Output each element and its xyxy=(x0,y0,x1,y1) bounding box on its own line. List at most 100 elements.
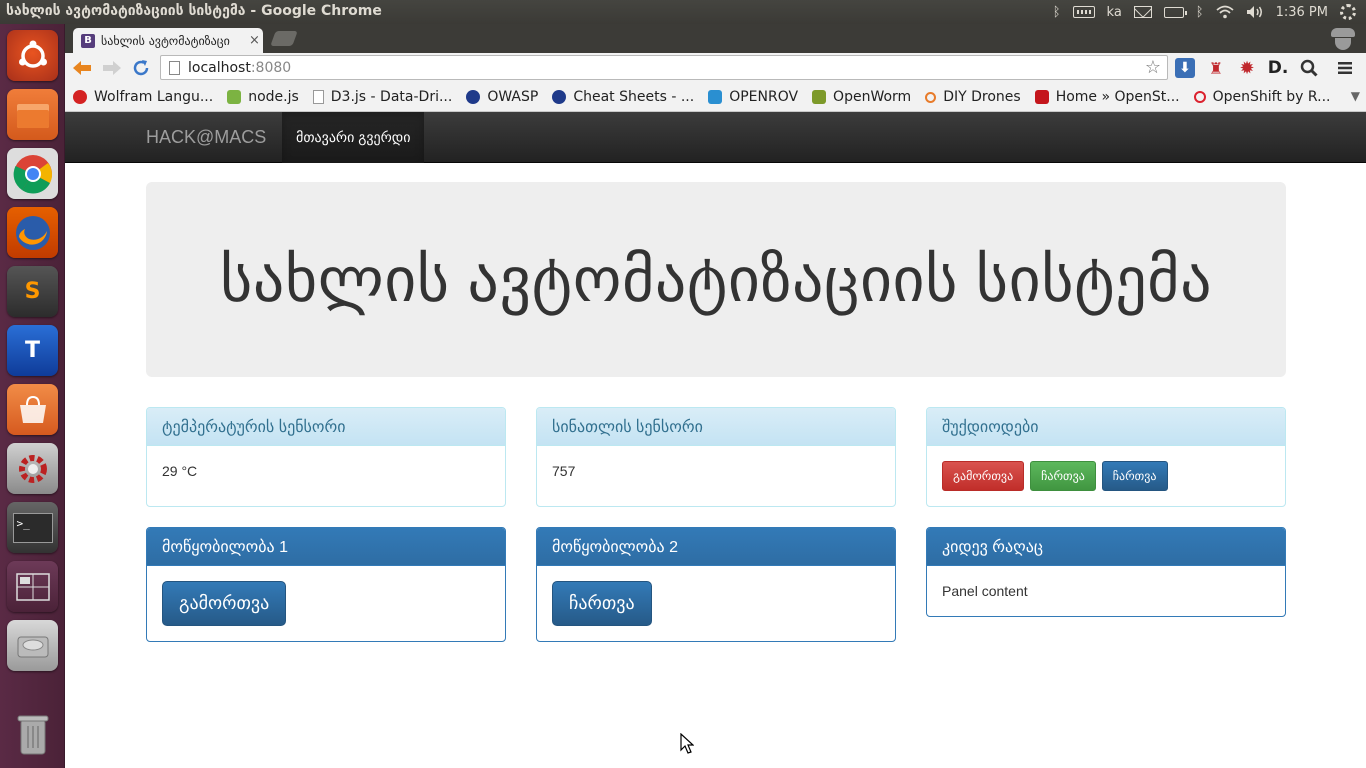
leds-panel: შუქდიოდები გამორთვა ჩართვა ჩართვა xyxy=(926,407,1286,507)
light-value: 757 xyxy=(552,463,576,479)
bookmarks-bar: Wolfram Langu... node.js D3.js - Data-Dr… xyxy=(65,83,1366,112)
openworm-icon xyxy=(812,90,827,104)
forward-button[interactable] xyxy=(101,57,123,79)
panel-heading: მოწყობილობა 1 xyxy=(147,528,505,566)
owasp-icon xyxy=(466,90,481,104)
panel-heading: შუქდიოდები xyxy=(927,408,1285,446)
page-icon xyxy=(312,90,324,104)
bookmark-label: OpenWorm xyxy=(833,89,912,105)
menu-icon[interactable] xyxy=(1335,58,1355,78)
volume-icon[interactable] xyxy=(1246,5,1264,19)
bookmark-openstack[interactable]: Home » OpenSt... xyxy=(1034,89,1180,105)
url-port: :8080 xyxy=(250,59,292,76)
openrov-icon xyxy=(708,90,723,104)
bookmark-star-icon[interactable]: ☆ xyxy=(1145,57,1161,78)
system-settings-icon[interactable] xyxy=(7,443,58,494)
mail-icon[interactable] xyxy=(1133,6,1152,18)
light-panel: სინათლის სენსორი 757 xyxy=(536,407,896,507)
bookmark-diy-drones[interactable]: DIY Drones xyxy=(925,89,1021,105)
web-page: HACK@MACS მთავარი გვერდი სახლის ავტომატი… xyxy=(65,112,1366,768)
bluetooth-status-icon[interactable]: ᛒ xyxy=(1196,5,1204,20)
new-tab-button[interactable] xyxy=(270,31,298,46)
device2-panel: მოწყობილობა 2 ჩართვა xyxy=(536,527,896,642)
reload-button[interactable] xyxy=(130,57,152,79)
bookmark-cheat-sheets[interactable]: Cheat Sheets - ... xyxy=(552,89,694,105)
lastpass-extension-icon[interactable]: ✹ xyxy=(1237,58,1257,79)
bookmark-openworm[interactable]: OpenWorm xyxy=(812,89,911,105)
url-host: localhost xyxy=(188,59,251,76)
bookmark-label: Home » OpenSt... xyxy=(1055,89,1180,105)
temperature-value: 29 °C xyxy=(162,463,198,479)
bookmarks-overflow-icon[interactable]: ▼ xyxy=(1351,89,1360,103)
window-title: სახლის ავტომატიზაციის სისტემა - Google C… xyxy=(6,3,382,19)
navbar: HACK@MACS მთავარი გვერდი xyxy=(65,112,1366,163)
device2-on-button[interactable]: ჩართვა xyxy=(552,581,652,626)
disk-icon[interactable] xyxy=(7,620,58,671)
browser-tab[interactable]: B სახლის ავტომატიზაცი × xyxy=(73,28,263,53)
bookmark-nodejs[interactable]: node.js xyxy=(227,89,299,105)
trash-icon[interactable] xyxy=(7,708,58,759)
bookmark-label: D3.js - Data-Dri... xyxy=(330,89,453,105)
address-bar[interactable]: localhost:8080 ☆ xyxy=(160,55,1168,80)
bookmark-label: DIY Drones xyxy=(943,89,1021,105)
top-panel: სახლის ავტომატიზაციის სისტემა - Google C… xyxy=(0,0,1366,24)
bluetooth-icon[interactable]: ᛒ xyxy=(1053,5,1061,20)
back-button[interactable] xyxy=(71,57,93,79)
download-extension-icon[interactable]: ⬇ xyxy=(1175,58,1195,78)
wolfram-icon xyxy=(73,90,87,104)
temperature-panel: ტემპერატურის სენსორი 29 °C xyxy=(146,407,506,507)
bookmark-label: OpenShift by R... xyxy=(1212,89,1331,105)
bookmark-owasp[interactable]: OWASP xyxy=(466,89,538,105)
gear-icon[interactable] xyxy=(1340,4,1356,20)
search-extension-icon[interactable] xyxy=(1299,58,1319,78)
bookmark-openrov[interactable]: OPENROV xyxy=(708,89,798,105)
device2-body: ჩართვა xyxy=(537,566,895,641)
openstack-icon xyxy=(1034,90,1049,104)
bookmark-label: OPENROV xyxy=(729,89,799,105)
firefox-icon[interactable] xyxy=(7,207,58,258)
page-icon xyxy=(169,60,180,75)
files-icon[interactable] xyxy=(7,89,58,140)
led-blue-on-button[interactable]: ჩართვა xyxy=(1101,461,1168,491)
tab-close-icon[interactable]: × xyxy=(249,33,260,48)
other-panel: კიდევ რაღაც Panel content xyxy=(926,527,1286,617)
terminal-icon[interactable]: >_ xyxy=(7,502,58,553)
bookmark-wolfram[interactable]: Wolfram Langu... xyxy=(73,89,213,105)
d-extension-icon[interactable]: D. xyxy=(1268,58,1289,78)
battery-icon[interactable] xyxy=(1163,6,1187,18)
clock[interactable]: 1:36 PM xyxy=(1276,5,1328,20)
ubuntu-dash-icon[interactable] xyxy=(7,30,58,81)
device1-off-button[interactable]: გამორთვა xyxy=(162,581,287,626)
page-title: სახლის ავტომატიზაციის სისტემა xyxy=(219,246,1213,315)
openshift-icon xyxy=(1193,91,1206,103)
bookmark-d3js[interactable]: D3.js - Data-Dri... xyxy=(312,89,453,105)
tab-title: სახლის ავტომატიზაცი xyxy=(101,33,230,48)
workspaces-icon[interactable] xyxy=(7,561,58,612)
text-editor-icon[interactable]: T xyxy=(7,325,58,376)
device1-body: გამორთვა xyxy=(147,566,505,641)
chrome-icon[interactable] xyxy=(7,148,58,199)
browser-toolbar: localhost:8080 ☆ ⬇ ♜ ✹ D. xyxy=(65,53,1366,83)
led-off-button[interactable]: გამორთვა xyxy=(942,461,1025,491)
diy-drones-icon xyxy=(925,91,937,103)
incognito-icon xyxy=(1328,24,1358,52)
bookmark-openshift[interactable]: OpenShift by R... xyxy=(1193,89,1331,105)
panel-heading: ტემპერატურის სენსორი xyxy=(147,408,505,446)
led-green-on-button[interactable]: ჩართვა xyxy=(1030,461,1096,491)
software-center-icon[interactable] xyxy=(7,384,58,435)
sublime-text-icon[interactable]: S xyxy=(7,266,58,317)
wifi-icon[interactable] xyxy=(1216,5,1234,19)
tab-strip: B სახლის ავტომატიზაცი × xyxy=(65,24,1366,53)
panel-heading: კიდევ რაღაც xyxy=(927,528,1285,566)
keyboard-layout[interactable]: ka xyxy=(1107,5,1122,20)
pocket-extension-icon[interactable]: ♜ xyxy=(1206,58,1226,78)
jumbotron: სახლის ავტომატიზაციის სისტემა xyxy=(146,182,1286,377)
nodejs-icon xyxy=(227,90,242,104)
indicator-area: ᛒ ka ᛒ 1:36 PM xyxy=(1053,0,1356,24)
keyboard-icon[interactable] xyxy=(1072,6,1095,18)
nav-item-home[interactable]: მთავარი გვერდი xyxy=(282,112,425,163)
navbar-brand[interactable]: HACK@MACS xyxy=(146,127,266,148)
owasp-icon xyxy=(552,90,567,104)
bootstrap-favicon-icon: B xyxy=(81,33,95,48)
bookmark-label: Wolfram Langu... xyxy=(94,89,214,105)
